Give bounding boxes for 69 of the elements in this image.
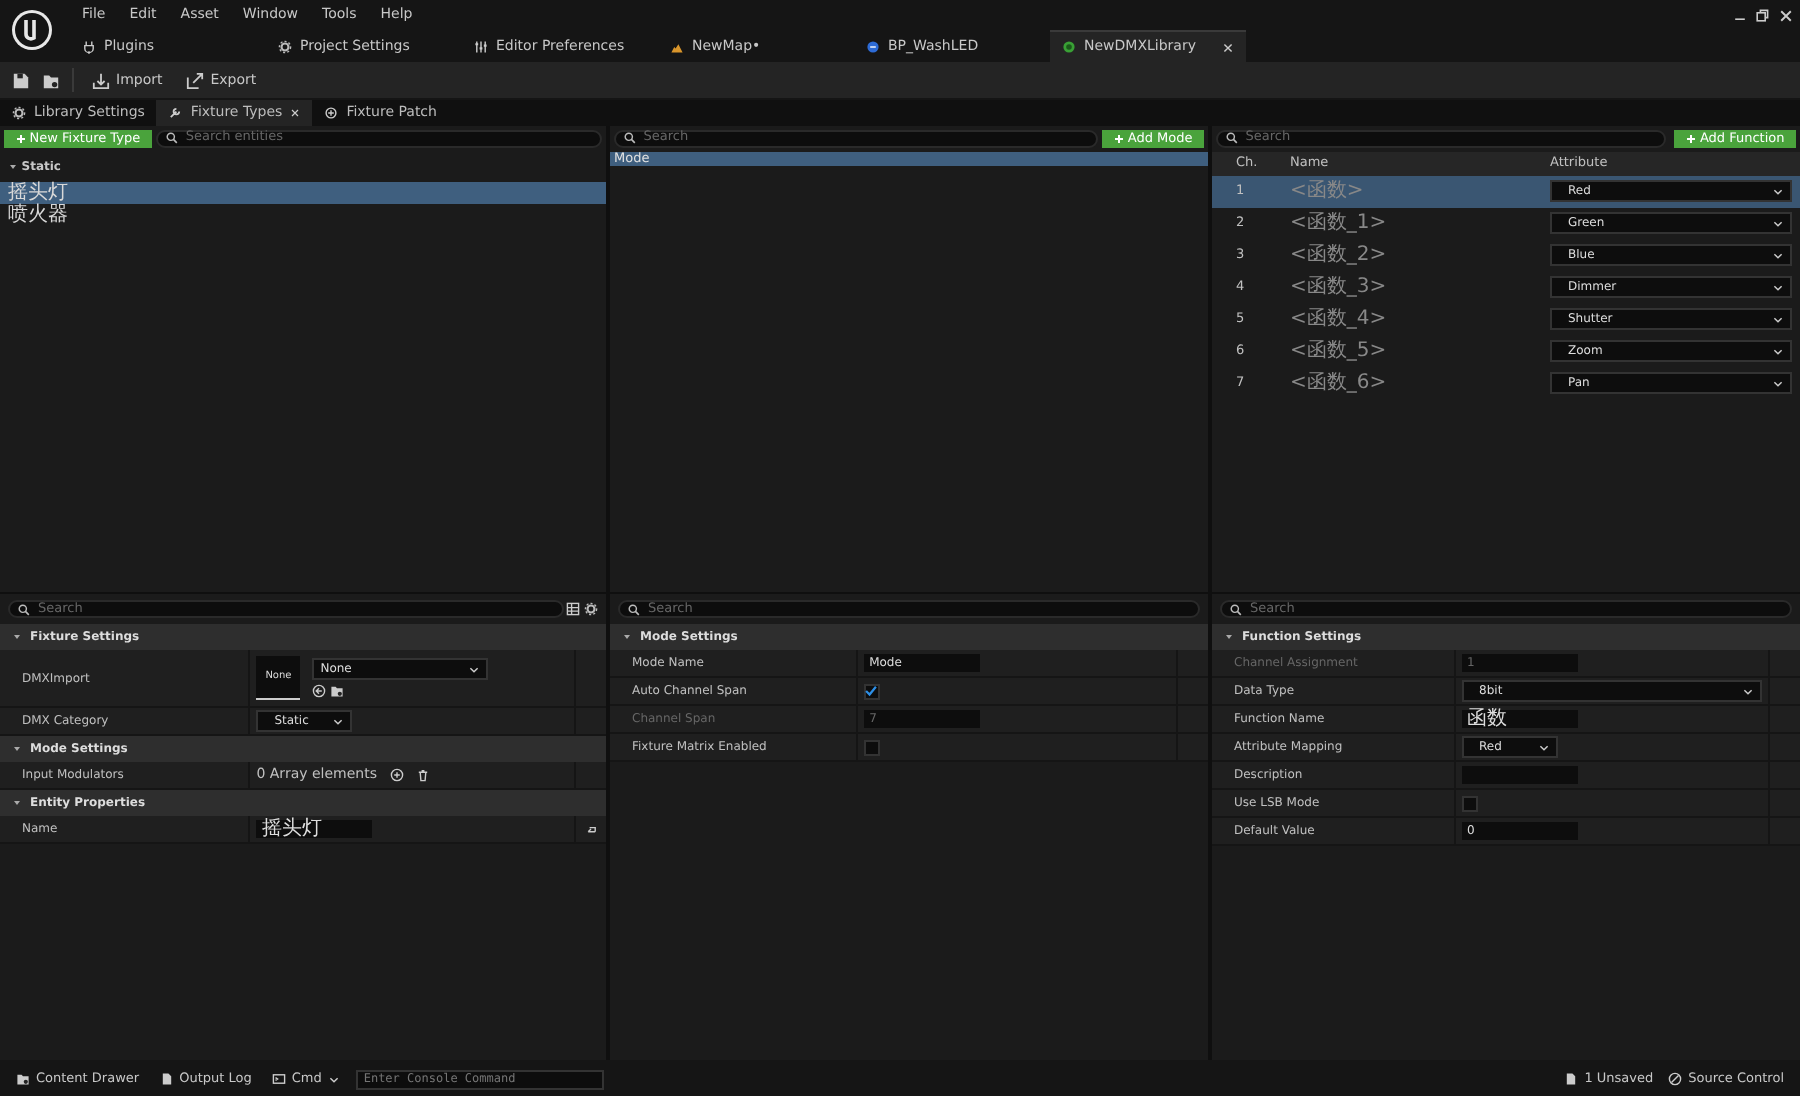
checkbox[interactable] xyxy=(863,683,880,699)
caret-icon xyxy=(1772,281,1784,293)
wrench-icon xyxy=(168,106,183,120)
collapse-arrow-icon xyxy=(622,632,632,642)
fixture-type-item[interactable]: 摇头灯 xyxy=(0,181,606,203)
add-icon[interactable] xyxy=(389,768,403,782)
caret-icon xyxy=(1772,249,1784,261)
caret-icon xyxy=(468,663,481,676)
trash-icon[interactable] xyxy=(415,768,429,782)
table-icon[interactable] xyxy=(566,602,581,616)
restore-icon[interactable] xyxy=(1754,7,1770,23)
no-entry-icon xyxy=(1668,1072,1683,1086)
caret-icon xyxy=(1742,685,1754,697)
close-icon[interactable] xyxy=(1777,7,1793,23)
function-name: <函数_4> xyxy=(1290,306,1389,334)
collapse-arrow-icon xyxy=(12,798,22,808)
folder-icon[interactable] xyxy=(42,71,60,89)
caret-icon xyxy=(332,715,345,727)
browse-icon[interactable] xyxy=(312,683,327,698)
search-icon xyxy=(628,603,640,615)
folder-icon xyxy=(16,1072,30,1086)
gear-icon xyxy=(278,39,292,53)
reset-icon[interactable] xyxy=(584,822,598,836)
caret-icon xyxy=(327,1073,340,1085)
fixture-type-item[interactable]: 喷火器 xyxy=(0,203,606,225)
close-icon[interactable] xyxy=(1222,41,1234,53)
function-name: <函数_6> xyxy=(1290,370,1389,398)
engine-logo-icon[interactable] xyxy=(10,8,54,52)
search-icon xyxy=(1230,603,1242,615)
collapse-arrow-icon xyxy=(12,744,22,754)
caret-icon xyxy=(1772,377,1784,389)
import-icon xyxy=(92,71,110,89)
mountain-icon xyxy=(670,39,684,53)
caret-icon xyxy=(1772,217,1784,229)
caret-icon xyxy=(1772,345,1784,357)
function-name: <函数_2> xyxy=(1290,242,1389,270)
search-icon xyxy=(623,132,636,145)
sliders-icon xyxy=(474,39,488,53)
caret-icon xyxy=(1772,185,1784,197)
text-field[interactable]: 函数 xyxy=(1461,710,1578,728)
plus-icon xyxy=(1113,133,1124,144)
search-icon xyxy=(165,132,178,145)
collapse-arrow-icon xyxy=(1224,632,1234,642)
save-icon[interactable] xyxy=(12,71,30,89)
folder-icon[interactable] xyxy=(329,683,344,698)
function-name: <函数> xyxy=(1290,178,1366,206)
search-icon xyxy=(1225,132,1238,145)
function-name: <函数_1> xyxy=(1290,210,1389,238)
caret-icon xyxy=(1537,741,1550,753)
plug-icon xyxy=(82,39,96,53)
plus-icon xyxy=(1685,133,1696,144)
text-field[interactable]: 摇头灯 xyxy=(256,820,373,838)
export-icon xyxy=(186,71,205,89)
plus-icon xyxy=(15,133,26,144)
checkbox[interactable] xyxy=(863,739,880,755)
collapse-arrow-icon[interactable] xyxy=(8,161,18,171)
document-icon xyxy=(1564,1072,1579,1086)
settings-icon[interactable] xyxy=(584,602,598,616)
check-icon xyxy=(864,684,879,698)
collapse-arrow-icon xyxy=(12,632,22,642)
terminal-icon xyxy=(271,1072,286,1086)
document-icon xyxy=(159,1072,174,1086)
search-icon xyxy=(18,603,30,615)
gear-icon xyxy=(12,106,26,120)
caret-icon xyxy=(1772,313,1784,325)
checkbox[interactable] xyxy=(1461,795,1478,811)
function-name: <函数_5> xyxy=(1290,338,1389,366)
close-icon[interactable] xyxy=(290,108,301,118)
function-name: <函数_3> xyxy=(1290,274,1389,302)
